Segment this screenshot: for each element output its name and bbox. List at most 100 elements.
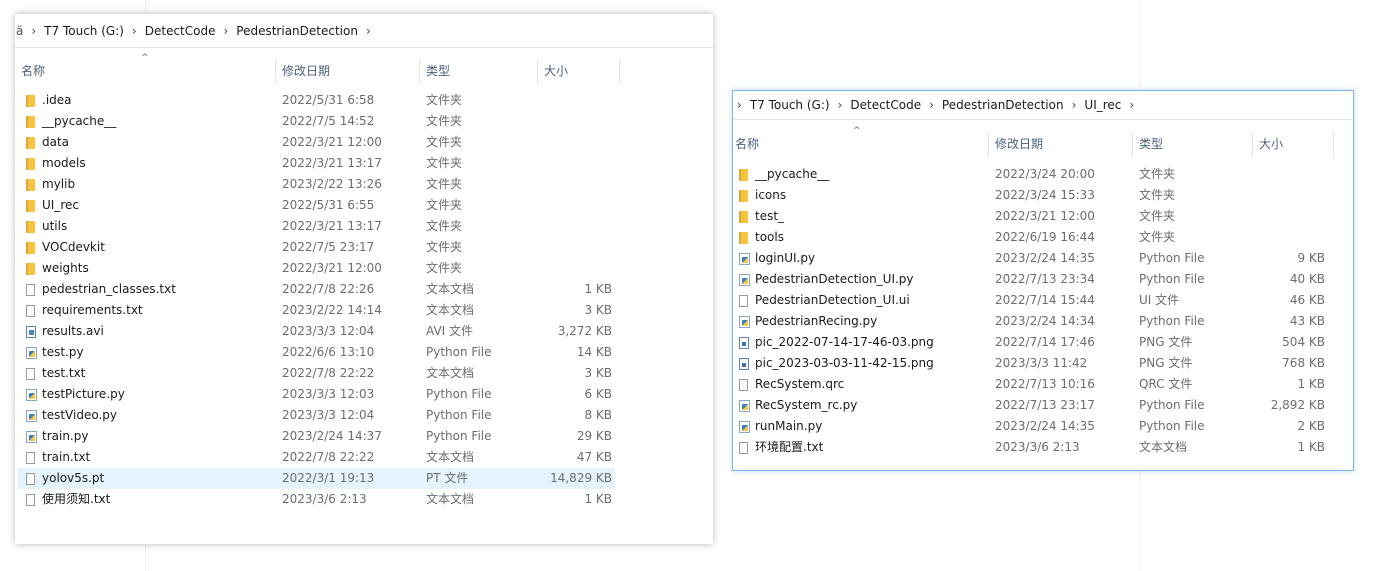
file-size: 3 KB [584, 303, 612, 317]
folder-icon [739, 211, 748, 223]
chevron-right-icon[interactable]: › [124, 24, 145, 38]
file-row[interactable]: utils 2022/3/21 13:17 文件夹 [15, 216, 713, 237]
chevron-right-icon[interactable]: › [1064, 98, 1085, 112]
image-file-icon [739, 337, 749, 349]
file-name: 环境配置.txt [755, 440, 824, 454]
file-row[interactable]: 环境配置.txt 2023/3/6 2:13 文本文档 1 KB [733, 437, 1353, 458]
column-header-type[interactable]: 类型 [420, 59, 538, 84]
column-header-date[interactable]: 修改日期 [276, 59, 420, 84]
explorer-window-pedestriandetection: ä › T7 Touch (G:) › DetectCode › Pedestr… [15, 14, 713, 544]
column-header-size[interactable]: 大小 [1253, 132, 1334, 157]
file-row[interactable]: train.py 2023/2/24 14:37 Python File 29 KB [15, 426, 713, 447]
file-size: 9 KB [1297, 251, 1325, 265]
file-row[interactable]: runMain.py 2023/2/24 14:35 Python File 2 KB [733, 416, 1353, 437]
breadcrumb-detectcode[interactable]: DetectCode [145, 24, 216, 38]
file-row[interactable]: .idea 2022/5/31 6:58 文件夹 [15, 90, 713, 111]
file-row[interactable]: results.avi 2023/3/3 12:04 AVI 文件 3,272 KB [15, 321, 713, 342]
file-row[interactable]: tools 2022/6/19 16:44 文件夹 [733, 227, 1353, 248]
file-row[interactable]: testVideo.py 2023/3/3 12:04 Python File 8 K… [15, 405, 713, 426]
file-row[interactable]: mylib 2023/2/22 13:26 文件夹 [15, 174, 713, 195]
file-row[interactable]: VOCdevkit 2022/7/5 23:17 文件夹 [15, 237, 713, 258]
file-date: 2023/3/6 2:13 [282, 492, 367, 506]
explorer-window-ui-rec: › T7 Touch (G:) › DetectCode › Pedestria… [732, 90, 1354, 471]
breadcrumb-drive[interactable]: T7 Touch (G:) [750, 98, 830, 112]
file-date: 2023/3/3 12:04 [282, 408, 375, 422]
file-date: 2022/3/21 12:00 [995, 209, 1095, 223]
file-name: mylib [42, 177, 76, 191]
file-list: __pycache__ 2022/3/24 20:00 文件夹 icons 2022/3… [733, 164, 1353, 458]
chevron-right-icon[interactable]: › [830, 98, 851, 112]
file-date: 2023/2/24 14:35 [995, 251, 1095, 265]
file-row[interactable]: testPicture.py 2023/3/3 12:03 Python File 6… [15, 384, 713, 405]
file-date: 2023/2/22 14:14 [282, 303, 382, 317]
file-name: test_ [755, 209, 785, 223]
breadcrumb-pedestriandetection[interactable]: PedestrianDetection [942, 98, 1064, 112]
file-row[interactable]: 使用须知.txt 2023/3/6 2:13 文本文档 1 KB [15, 489, 713, 510]
file-row[interactable]: PedestrianDetection_UI.ui 2022/7/14 15:44… [733, 290, 1353, 311]
file-type: UI 文件 [1139, 293, 1180, 307]
file-type: 文件夹 [1139, 167, 1176, 181]
file-row[interactable]: PedestrianRecing.py 2023/2/24 14:34 Python… [733, 311, 1353, 332]
chevron-right-icon[interactable]: › [1121, 98, 1142, 112]
file-date: 2022/7/13 23:34 [995, 272, 1095, 286]
column-header-type[interactable]: 类型 [1133, 132, 1253, 157]
file-date: 2022/3/21 13:17 [282, 156, 382, 170]
file-type: Python File [1139, 314, 1205, 328]
file-row[interactable]: models 2022/3/21 13:17 文件夹 [15, 153, 713, 174]
chevron-right-icon[interactable]: › [733, 98, 750, 112]
file-size: 1 KB [1297, 377, 1325, 391]
file-row[interactable]: pedestrian_classes.txt 2022/7/8 22:26 文本文档… [15, 279, 713, 300]
python-file-icon [739, 274, 750, 286]
file-row[interactable]: pic_2023-03-03-11-42-15.png 2023/3/3 11:4… [733, 353, 1353, 374]
python-file-icon [739, 253, 750, 265]
file-name: train.py [42, 429, 89, 443]
file-row[interactable]: train.txt 2022/7/8 22:22 文本文档 47 KB [15, 447, 713, 468]
file-row[interactable]: weights 2022/3/21 12:00 文件夹 [15, 258, 713, 279]
chevron-right-icon[interactable]: › [23, 24, 44, 38]
file-type: 文本文档 [426, 492, 475, 506]
chevron-right-icon[interactable]: › [358, 24, 379, 38]
address-bar[interactable]: › T7 Touch (G:) › DetectCode › Pedestria… [733, 91, 1353, 120]
column-header-name[interactable]: 名称 [733, 132, 989, 157]
file-row[interactable]: test_ 2022/3/21 12:00 文件夹 [733, 206, 1353, 227]
file-row[interactable]: RecSystem_rc.py 2022/7/13 23:17 Python Fil… [733, 395, 1353, 416]
breadcrumb-ui-rec[interactable]: UI_rec [1084, 98, 1121, 112]
file-size: 1 KB [1297, 440, 1325, 454]
column-header-size[interactable]: 大小 [538, 59, 620, 84]
file-row[interactable]: loginUI.py 2023/2/24 14:35 Python File 9 KB [733, 248, 1353, 269]
file-type: 文件夹 [426, 114, 463, 128]
file-name: .idea [42, 93, 72, 107]
file-row[interactable]: data 2022/3/21 12:00 文件夹 [15, 132, 713, 153]
file-row[interactable]: icons 2022/3/24 15:33 文件夹 [733, 185, 1353, 206]
file-row[interactable]: __pycache__ 2022/7/5 14:52 文件夹 [15, 111, 713, 132]
file-row[interactable]: pic_2022-07-14-17-46-03.png 2022/7/14 17:… [733, 332, 1353, 353]
file-type: AVI 文件 [426, 324, 474, 338]
file-type: PNG 文件 [1139, 335, 1193, 349]
file-name: RecSystem_rc.py [755, 398, 858, 412]
breadcrumb-drive[interactable]: T7 Touch (G:) [44, 24, 124, 38]
file-row[interactable]: yolov5s.pt 2022/3/1 19:13 PT 文件 14,829 KB [18, 468, 615, 489]
file-date: 2023/2/24 14:35 [995, 419, 1095, 433]
file-row[interactable]: test.py 2022/6/6 13:10 Python File 14 KB [15, 342, 713, 363]
file-row[interactable]: UI_rec 2022/5/31 6:55 文件夹 [15, 195, 713, 216]
text-file-icon [739, 379, 748, 391]
file-date: 2022/6/19 16:44 [995, 230, 1095, 244]
folder-icon [26, 221, 35, 233]
breadcrumb-pedestriandetection[interactable]: PedestrianDetection [236, 24, 358, 38]
address-bar[interactable]: ä › T7 Touch (G:) › DetectCode › Pedestr… [15, 14, 713, 48]
file-row[interactable]: __pycache__ 2022/3/24 20:00 文件夹 [733, 164, 1353, 185]
file-date: 2022/5/31 6:58 [282, 93, 375, 107]
folder-icon [26, 158, 35, 170]
file-size: 43 KB [1289, 314, 1325, 328]
file-name: requirements.txt [42, 303, 143, 317]
file-row[interactable]: PedestrianDetection_UI.py 2022/7/13 23:34… [733, 269, 1353, 290]
chevron-right-icon[interactable]: › [921, 98, 942, 112]
file-row[interactable]: RecSystem.qrc 2022/7/13 10:16 QRC 文件 1 KB [733, 374, 1353, 395]
column-header-name[interactable]: 名称 [15, 59, 276, 84]
breadcrumb-detectcode[interactable]: DetectCode [850, 98, 921, 112]
chevron-right-icon[interactable]: › [215, 24, 236, 38]
file-row[interactable]: requirements.txt 2023/2/22 14:14 文本文档 3 KB [15, 300, 713, 321]
file-row[interactable]: test.txt 2022/7/8 22:22 文本文档 3 KB [15, 363, 713, 384]
column-header-date[interactable]: 修改日期 [989, 132, 1133, 157]
file-size: 29 KB [576, 429, 612, 443]
